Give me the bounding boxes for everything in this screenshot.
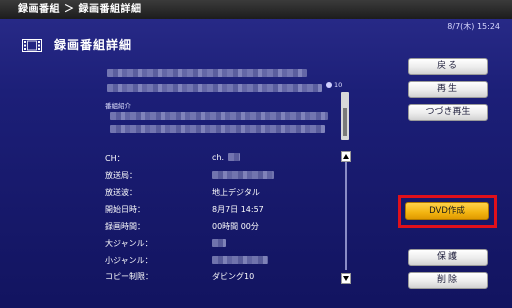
- play-button[interactable]: 再生: [408, 81, 488, 98]
- detail-label-genre-minor: 小ジャンル：: [105, 256, 153, 265]
- detail-value-duration: 00時間 00分: [212, 222, 259, 231]
- program-subtitle-blurred: [107, 84, 322, 92]
- scroll-down-button[interactable]: [341, 273, 351, 284]
- protect-button[interactable]: 保護: [408, 249, 488, 266]
- breadcrumb: 録画番組 ＞ 録画番組詳細: [18, 4, 142, 15]
- back-button[interactable]: 戻る: [408, 58, 488, 75]
- count-label: 10: [334, 81, 343, 89]
- detail-label-ch: CH：: [105, 154, 125, 163]
- triangle-down-icon: [343, 276, 349, 281]
- delete-button[interactable]: 削除: [408, 272, 488, 289]
- detail-label-genre-major: 大ジャンル：: [105, 239, 153, 248]
- detail-label-duration: 録画時間：: [105, 222, 145, 231]
- page-title: 録画番組詳細: [54, 38, 133, 52]
- channel-number-blurred: [228, 153, 240, 161]
- station-blurred: [212, 171, 274, 179]
- detail-label-broadcast: 放送波：: [105, 188, 137, 197]
- disc-icon: [326, 82, 332, 88]
- detail-value-broadcast: 地上デジタル: [212, 188, 260, 197]
- detail-value-ch: ch.: [212, 153, 225, 162]
- program-title-blurred: [107, 69, 307, 77]
- detail-label-station: 放送局：: [105, 171, 137, 180]
- triangle-up-icon: [343, 154, 349, 159]
- detail-label-copy: コピー制限：: [105, 272, 153, 281]
- film-icon: [22, 37, 42, 52]
- dvd-create-button[interactable]: DVD作成: [405, 202, 489, 220]
- top-bar: 録画番組 ＞ 録画番組詳細: [0, 0, 512, 19]
- genre-minor-blurred: [212, 256, 268, 264]
- clock-readout: 8/7(木) 15:24: [447, 22, 500, 31]
- detail-label-start: 開始日時：: [105, 205, 145, 214]
- genre-major-blurred: [212, 239, 226, 247]
- description-blurred-2: [110, 125, 325, 133]
- description-scrollbar-thumb[interactable]: [343, 108, 347, 136]
- details-scroll-track[interactable]: [345, 162, 347, 270]
- description-label: 番組紹介: [105, 102, 131, 110]
- scroll-up-button[interactable]: [341, 151, 351, 162]
- description-blurred-1: [110, 112, 328, 120]
- resume-play-button[interactable]: つづき再生: [408, 104, 488, 121]
- detail-value-start: 8月7日 14:57: [212, 205, 264, 214]
- detail-value-copy: ダビング10: [212, 272, 255, 281]
